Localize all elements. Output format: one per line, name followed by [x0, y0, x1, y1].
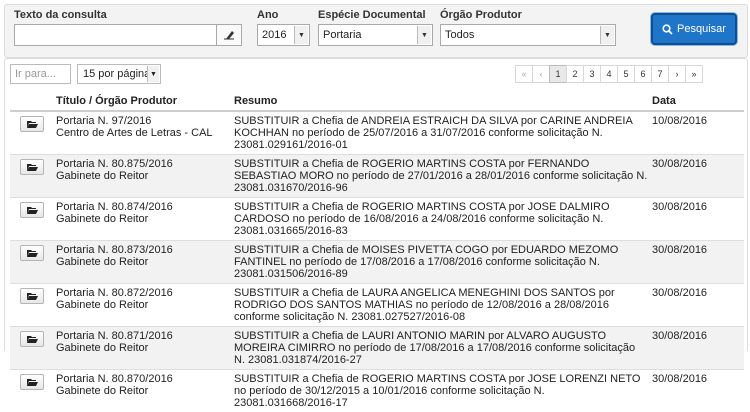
- first-page-button[interactable]: «: [515, 65, 533, 83]
- folder-open-icon: [27, 292, 38, 300]
- document-organ: Gabinete do Reitor: [56, 256, 230, 268]
- search-button-label: Pesquisar: [677, 23, 726, 35]
- folder-open-icon: [27, 378, 38, 386]
- document-date: 30/08/2016: [650, 284, 744, 327]
- page-2-button[interactable]: 2: [566, 65, 584, 83]
- year-label: Ano: [257, 9, 278, 21]
- document-date: 30/08/2016: [650, 155, 744, 198]
- table-row: Portaria N. 80.872/2016Gabinete do Reito…: [10, 284, 744, 327]
- eraser-icon: [223, 30, 235, 40]
- species-label: Espécie Documental: [318, 9, 426, 21]
- page-6-button[interactable]: 6: [634, 65, 652, 83]
- organ-label: Órgão Produtor: [440, 9, 522, 21]
- page-7-button[interactable]: 7: [651, 65, 669, 83]
- document-title[interactable]: Portaria N. 97/2016: [56, 115, 230, 127]
- table-row: Portaria N. 97/2016Centro de Artes de Le…: [10, 111, 744, 155]
- open-document-button[interactable]: [20, 245, 44, 261]
- species-select[interactable]: Portaria ▼: [318, 24, 433, 46]
- text-query-label: Texto da consulta: [14, 9, 107, 21]
- document-date: 30/08/2016: [650, 327, 744, 370]
- open-document-button[interactable]: [20, 374, 44, 390]
- document-date: 30/08/2016: [650, 241, 744, 284]
- header-summary: Resumo: [232, 92, 650, 111]
- pagination: « ‹ 1 2 3 4 5 6 7 › »: [516, 65, 703, 83]
- document-summary: SUBSTITUIR a Chefia de LAURA ANGELICA ME…: [232, 284, 650, 327]
- organ-value: Todos: [445, 29, 474, 41]
- folder-open-icon: [27, 206, 38, 214]
- folder-open-icon: [27, 120, 38, 128]
- document-date: 30/08/2016: [650, 198, 744, 241]
- species-value: Portaria: [323, 29, 362, 41]
- page-1-button[interactable]: 1: [549, 65, 567, 83]
- table-row: Portaria N. 80.871/2016Gabinete do Reito…: [10, 327, 744, 370]
- year-value: 2016: [262, 29, 286, 41]
- document-organ: Gabinete do Reitor: [56, 170, 230, 182]
- document-organ: Centro de Artes de Letras - CAL: [56, 127, 230, 139]
- document-title[interactable]: Portaria N. 80.872/2016: [56, 287, 230, 299]
- text-query-input[interactable]: [14, 24, 217, 46]
- prev-page-button[interactable]: ‹: [532, 65, 550, 83]
- document-summary: SUBSTITUIR a Chefia de ANDREIA ESTRAICH …: [232, 111, 650, 155]
- year-select[interactable]: 2016 ▼: [257, 24, 310, 46]
- page-4-button[interactable]: 4: [600, 65, 618, 83]
- last-page-button[interactable]: »: [685, 65, 703, 83]
- open-document-button[interactable]: [20, 116, 44, 132]
- document-date: 10/08/2016: [650, 111, 744, 155]
- folder-open-icon: [27, 249, 38, 257]
- document-organ: Gabinete do Reitor: [56, 385, 230, 397]
- search-icon: [662, 24, 673, 35]
- document-title[interactable]: Portaria N. 80.875/2016: [56, 158, 230, 170]
- table-row: Portaria N. 80.873/2016Gabinete do Reito…: [10, 241, 744, 284]
- organ-select[interactable]: Todos ▼: [440, 24, 616, 46]
- document-title[interactable]: Portaria N. 80.871/2016: [56, 330, 230, 342]
- chevron-down-icon: ▼: [600, 26, 614, 44]
- page-3-button[interactable]: 3: [583, 65, 601, 83]
- header-title: Título / Órgão Produtor: [54, 92, 232, 111]
- document-organ: Gabinete do Reitor: [56, 213, 230, 225]
- chevron-down-icon: ▼: [417, 26, 431, 44]
- page-5-button[interactable]: 5: [617, 65, 635, 83]
- document-date: 30/08/2016: [650, 370, 744, 412]
- open-document-button[interactable]: [20, 331, 44, 347]
- header-open: [10, 92, 54, 111]
- search-button[interactable]: Pesquisar: [651, 13, 737, 45]
- table-row: Portaria N. 80.874/2016Gabinete do Reito…: [10, 198, 744, 241]
- per-page-value: 15 por página: [83, 68, 150, 80]
- chevron-down-icon: ▼: [294, 26, 308, 44]
- document-organ: Gabinete do Reitor: [56, 342, 230, 354]
- document-title[interactable]: Portaria N. 80.870/2016: [56, 373, 230, 385]
- clear-button[interactable]: [216, 24, 242, 46]
- open-document-button[interactable]: [20, 159, 44, 175]
- folder-open-icon: [27, 163, 38, 171]
- document-title[interactable]: Portaria N. 80.873/2016: [56, 244, 230, 256]
- open-document-button[interactable]: [20, 202, 44, 218]
- document-summary: SUBSTITUIR a Chefia de MOISES PIVETTA CO…: [232, 241, 650, 284]
- document-title[interactable]: Portaria N. 80.874/2016: [56, 201, 230, 213]
- header-date: Data: [650, 92, 744, 111]
- document-summary: SUBSTITUIR a Chefia de LAURI ANTONIO MAR…: [232, 327, 650, 370]
- folder-open-icon: [27, 335, 38, 343]
- document-organ: Gabinete do Reitor: [56, 299, 230, 311]
- document-summary: SUBSTITUIR a Chefia de ROGERIO MARTINS C…: [232, 155, 650, 198]
- open-document-button[interactable]: [20, 288, 44, 304]
- document-summary: SUBSTITUIR a Chefia de ROGERIO MARTINS C…: [232, 370, 650, 412]
- chevron-down-icon: ▼: [147, 66, 159, 82]
- table-row: Portaria N. 80.870/2016Gabinete do Reito…: [10, 370, 744, 412]
- jump-to-input[interactable]: [10, 64, 71, 84]
- table-header-row: Título / Órgão Produtor Resumo Data: [10, 92, 744, 111]
- results-table: Título / Órgão Produtor Resumo Data Port…: [10, 92, 744, 412]
- document-summary: SUBSTITUIR a Chefia de ROGERIO MARTINS C…: [232, 198, 650, 241]
- table-row: Portaria N. 80.875/2016Gabinete do Reito…: [10, 155, 744, 198]
- per-page-select[interactable]: 15 por página ▼: [77, 64, 161, 84]
- next-page-button[interactable]: ›: [668, 65, 686, 83]
